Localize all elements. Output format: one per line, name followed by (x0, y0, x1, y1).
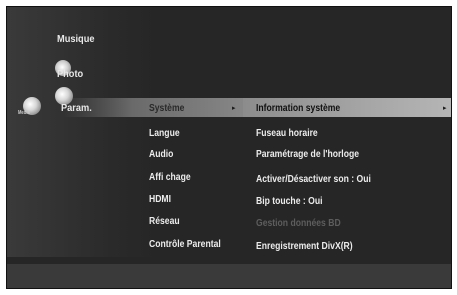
submenu-item-audio[interactable]: Audio (149, 148, 173, 160)
submenu-item-reseau[interactable]: Réseau (149, 215, 180, 227)
option-enregistrement-divx[interactable]: Enregistrement DivX(R) (256, 240, 353, 252)
submenu-arrow-icon: ▸ (232, 105, 236, 112)
option-bip-touche[interactable]: Bip touche : Oui (256, 195, 322, 207)
submenu-item-langue[interactable]: Langue (149, 127, 180, 139)
menu-item-param[interactable]: Param. (61, 102, 92, 114)
option-fuseau-horaire[interactable]: Fuseau horaire (256, 127, 318, 139)
menu-item-musique[interactable]: Musique (57, 33, 94, 45)
menu-item-photo[interactable]: Photo (57, 68, 83, 80)
option-arrow-icon: ▸ (443, 105, 447, 112)
menu-item-label: Param. (61, 102, 92, 114)
option-parametrage-horloge[interactable]: Paramétrage de l'horloge (256, 148, 359, 160)
submenu-item-controle-parental[interactable]: Contrôle Parental (149, 238, 221, 250)
option-gestion-donnees-bd: Gestion données BD (256, 217, 341, 229)
menu-item-label: Photo (57, 68, 84, 80)
media-icon-caption: Media (18, 110, 30, 116)
submenu-item-hdmi[interactable]: HDMI (149, 193, 171, 205)
submenu-item-systeme[interactable]: Système (149, 102, 184, 114)
tv-screen: Musique Photo Media Param. Système ▸ Lan… (6, 6, 452, 289)
option-information-systeme[interactable]: Information système (256, 102, 340, 114)
submenu-item-affichage[interactable]: Affi chage (149, 171, 191, 183)
menu-item-label: Musique (57, 33, 95, 45)
option-activer-son[interactable]: Activer/Désactiver son : Oui (256, 173, 371, 185)
